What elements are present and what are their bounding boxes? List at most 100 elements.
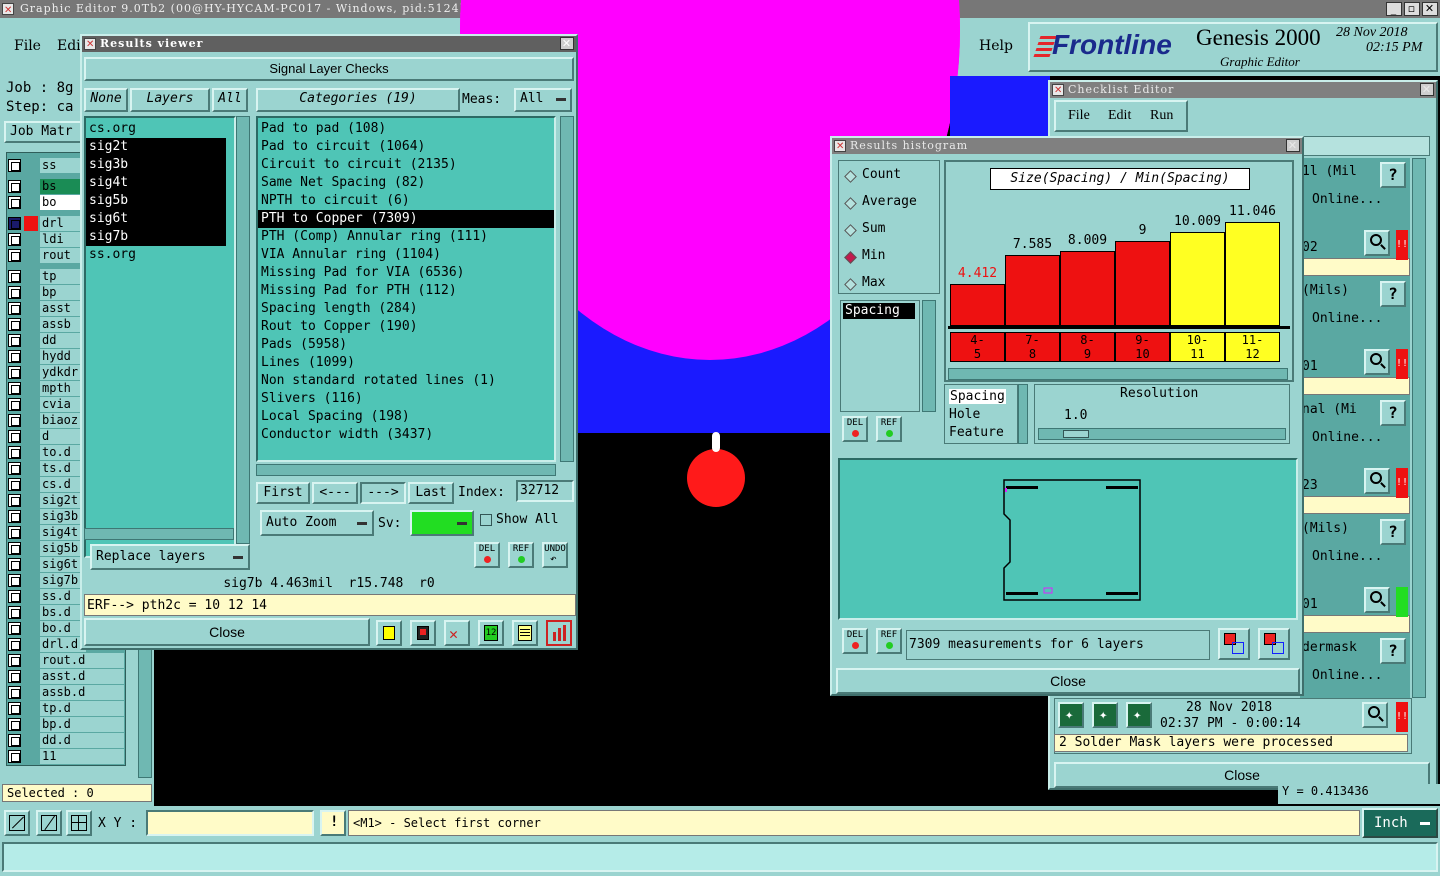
category-item[interactable]: Lines (1099): [258, 354, 554, 372]
result-layer-item[interactable]: cs.org: [86, 120, 226, 138]
checklist-menu-edit[interactable]: Edit: [1108, 108, 1131, 124]
layer-checkbox[interactable]: [8, 180, 21, 193]
result-layer-item[interactable]: sig6t: [86, 210, 226, 228]
meas-dropdown[interactable]: All: [514, 88, 572, 112]
category-item[interactable]: PTH (Comp) Annular ring (111): [258, 228, 554, 246]
hist-del-button[interactable]: DEL: [842, 416, 868, 442]
layer-checkbox[interactable]: [8, 159, 21, 172]
layer-row[interactable]: 11: [8, 749, 124, 764]
category-item[interactable]: Pad to pad (108): [258, 120, 554, 138]
first-button[interactable]: First: [256, 482, 310, 504]
layer-checkbox[interactable]: [8, 196, 21, 209]
layer-checkbox[interactable]: [8, 350, 21, 363]
del-button[interactable]: DEL: [474, 542, 500, 568]
feature-type-list[interactable]: Spacing Hole Feature: [944, 384, 1018, 444]
result-layer-item[interactable]: ss.org: [86, 246, 226, 264]
layer-checkbox[interactable]: [8, 462, 21, 475]
report-tool-icon[interactable]: [410, 620, 436, 646]
layer-checkbox[interactable]: [8, 334, 21, 347]
zoom-icon[interactable]: [1364, 587, 1390, 613]
layer-checkbox[interactable]: [8, 542, 21, 555]
highlight-tool-icon[interactable]: [376, 620, 402, 646]
layer-checkbox[interactable]: [8, 718, 21, 731]
layers-button[interactable]: Layers: [130, 88, 210, 112]
grid-tool-icon[interactable]: [66, 810, 92, 836]
layer-checkbox[interactable]: [8, 750, 21, 763]
category-item[interactable]: NPTH to circuit (6): [258, 192, 554, 210]
layer-row[interactable]: rout.d: [8, 653, 124, 668]
layer-checkbox[interactable]: [8, 249, 21, 262]
layer-checkbox[interactable]: [8, 414, 21, 427]
online-button[interactable]: Online...: [1312, 430, 1382, 445]
checklist-menu-run[interactable]: Run: [1150, 108, 1173, 124]
help-question-icon[interactable]: ?: [1380, 400, 1406, 426]
step-tool-icon[interactable]: 12: [478, 620, 504, 646]
layer-checkbox[interactable]: [8, 638, 21, 651]
layer-results-vscroll[interactable]: [236, 116, 250, 544]
layer-results-list[interactable]: cs.org sig2t sig3b sig4t sig5b sig6t sig7b ss.o…: [84, 116, 236, 558]
zoom-to-feature-icon[interactable]: [1218, 628, 1250, 660]
online-button[interactable]: Online...: [1312, 311, 1382, 326]
close-window-button[interactable]: ✕: [1422, 2, 1438, 16]
run-icon[interactable]: ✦: [1058, 702, 1084, 728]
measure-tool-icon[interactable]: [36, 810, 62, 836]
category-item[interactable]: Local Spacing (198): [258, 408, 554, 426]
category-item[interactable]: PTH to Copper (7309): [258, 210, 554, 228]
categories-button[interactable]: Categories (19): [256, 88, 460, 112]
layer-checkbox[interactable]: [8, 318, 21, 331]
resolution-slider[interactable]: [1038, 428, 1286, 440]
feature-type-spacing[interactable]: Spacing: [949, 389, 1006, 404]
undo-button[interactable]: UNDO ↶: [542, 542, 568, 568]
category-item[interactable]: Pads (5958): [258, 336, 554, 354]
index-field[interactable]: 32712: [516, 480, 574, 502]
menu-help[interactable]: Help: [979, 38, 1013, 54]
layer-row[interactable]: bp.d: [8, 717, 124, 732]
layer-checkbox[interactable]: [8, 302, 21, 315]
menu-edit[interactable]: Edi: [57, 38, 81, 54]
layer-checkbox[interactable]: [8, 510, 21, 523]
layer-checkbox[interactable]: [8, 590, 21, 603]
results-viewer-close-icon[interactable]: ✕: [560, 37, 574, 50]
layer-checkbox[interactable]: [8, 382, 21, 395]
stop-run-icon[interactable]: ✦: [1126, 702, 1152, 728]
layer-checkbox[interactable]: [8, 574, 21, 587]
category-vscroll[interactable]: [560, 116, 574, 462]
layer-checkbox[interactable]: [8, 446, 21, 459]
histogram-close-button[interactable]: Close: [836, 668, 1300, 694]
warning-icon[interactable]: !: [320, 810, 346, 836]
layer-checkbox[interactable]: [8, 526, 21, 539]
xy-input[interactable]: [146, 810, 314, 836]
category-item[interactable]: Pad to circuit (1064): [258, 138, 554, 156]
slider-thumb[interactable]: [1063, 430, 1089, 438]
result-layer-item[interactable]: sig3b: [86, 156, 226, 174]
layer-checkbox[interactable]: [8, 702, 21, 715]
measure-item-spacing[interactable]: Spacing: [843, 303, 915, 319]
result-layer-item[interactable]: sig5b: [86, 192, 226, 210]
category-item[interactable]: Circuit to circuit (2135): [258, 156, 554, 174]
layer-row[interactable]: tp.d: [8, 701, 124, 716]
results-viewer-close-button[interactable]: Close: [84, 618, 370, 646]
histogram-close-icon[interactable]: ✕: [1286, 139, 1300, 152]
chart-hscroll[interactable]: [948, 368, 1288, 380]
histogram-bar[interactable]: [1115, 241, 1170, 326]
all-layers-button[interactable]: All: [212, 88, 248, 112]
feature-type-hole[interactable]: Hole: [949, 407, 980, 422]
layer-checkbox[interactable]: [8, 233, 21, 246]
layer-checkbox[interactable]: [8, 478, 21, 491]
layer-checkbox[interactable]: [8, 734, 21, 747]
layer-checkbox[interactable]: [8, 430, 21, 443]
zoom-icon[interactable]: [1364, 230, 1390, 256]
checklist-menu-file[interactable]: File: [1068, 108, 1090, 124]
histogram-bar[interactable]: [1005, 255, 1060, 326]
result-layer-item[interactable]: sig4t: [86, 174, 226, 192]
measure-list[interactable]: Spacing: [840, 300, 920, 412]
histogram-tool-icon[interactable]: [546, 620, 572, 646]
layer-checkbox[interactable]: [8, 558, 21, 571]
layer-row[interactable]: dd.d: [8, 733, 124, 748]
erase-tool-icon[interactable]: ✕: [444, 620, 470, 646]
layer-checkbox[interactable]: [8, 270, 21, 283]
layer-checkbox[interactable]: [8, 398, 21, 411]
online-button[interactable]: Online...: [1312, 192, 1382, 207]
category-item[interactable]: Rout to Copper (190): [258, 318, 554, 336]
units-dropdown[interactable]: Inch: [1362, 808, 1438, 838]
